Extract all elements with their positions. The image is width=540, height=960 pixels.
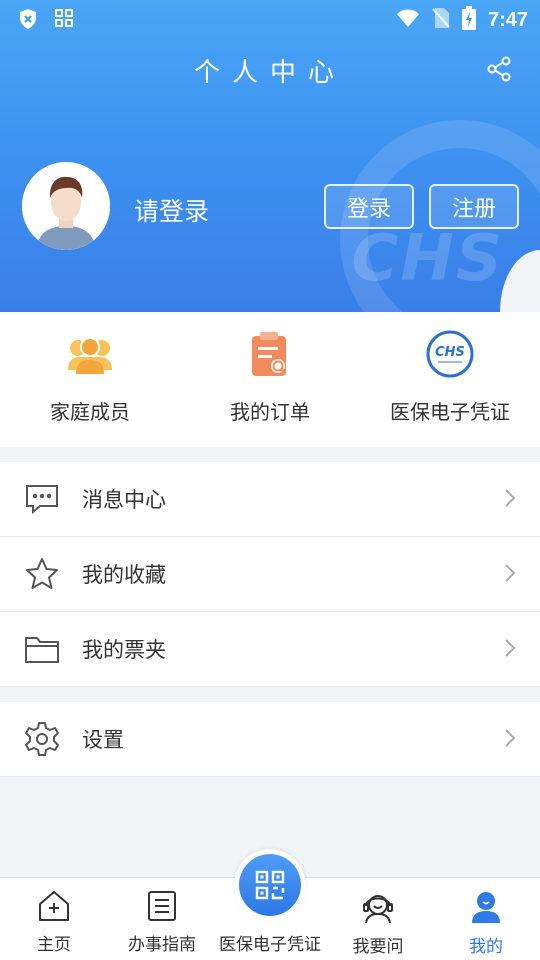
guide-icon xyxy=(147,890,177,926)
settings-list: 设置 xyxy=(0,702,540,777)
tab-home[interactable]: 主页 xyxy=(0,878,108,960)
menu-item-message-center[interactable]: 消息中心 xyxy=(0,462,540,537)
register-button[interactable]: 注册 xyxy=(429,184,519,229)
menu-item-label: 消息中心 xyxy=(82,488,166,512)
menu-list: 消息中心 我的收藏 我的票夹 xyxy=(0,462,540,687)
apps-icon xyxy=(54,8,74,34)
quick-my-orders[interactable]: 我的订单 xyxy=(180,312,360,447)
chevron-right-icon xyxy=(504,488,516,512)
avatar[interactable] xyxy=(22,162,110,250)
tab-label: 医保电子凭证 xyxy=(219,935,321,955)
chs-watermark: CHS xyxy=(351,222,504,296)
quick-label: 医保电子凭证 xyxy=(390,400,510,424)
battery-icon xyxy=(461,6,476,34)
qr-code-button[interactable] xyxy=(234,849,306,921)
svg-text:CHS: CHS xyxy=(435,345,465,360)
no-sim-icon xyxy=(432,7,450,33)
chs-logo-icon: CHS xyxy=(426,330,474,378)
quick-family-members[interactable]: 家庭成员 xyxy=(0,312,180,447)
chevron-right-icon xyxy=(504,638,516,662)
quick-label: 我的订单 xyxy=(230,400,310,424)
wifi-icon xyxy=(396,8,420,32)
star-icon xyxy=(22,554,62,594)
message-icon xyxy=(22,479,62,519)
menu-item-label: 我的收藏 xyxy=(82,563,166,587)
menu-item-favorites[interactable]: 我的收藏 xyxy=(0,537,540,612)
quick-medical-insurance-voucher[interactable]: CHS 医保电子凭证 xyxy=(360,312,540,447)
tab-guide[interactable]: 办事指南 xyxy=(108,878,216,960)
tab-ask[interactable]: 我要问 xyxy=(324,878,432,960)
quick-label: 家庭成员 xyxy=(50,400,130,424)
chevron-right-icon xyxy=(504,728,516,752)
qr-code-icon xyxy=(239,854,301,916)
profile-header: CHS 7:47 个人中心 请登录 登录 注册 xyxy=(0,0,540,312)
share-icon[interactable] xyxy=(486,56,512,86)
tab-label: 我的 xyxy=(469,937,503,957)
gear-icon xyxy=(22,719,62,759)
login-button[interactable]: 登录 xyxy=(324,184,414,229)
orders-icon xyxy=(246,330,294,378)
page-title: 个人中心 xyxy=(193,58,346,88)
tab-label: 主页 xyxy=(37,935,71,955)
home-icon xyxy=(37,890,71,926)
quick-actions: 家庭成员 我的订单 CHS 医保电子凭证 xyxy=(0,312,540,447)
status-bar: 7:47 xyxy=(0,0,540,36)
login-prompt[interactable]: 请登录 xyxy=(134,192,209,228)
tab-mine[interactable]: 我的 xyxy=(432,878,540,960)
clock: 7:47 xyxy=(487,8,528,31)
tab-label: 办事指南 xyxy=(128,935,196,955)
family-members-icon xyxy=(66,330,114,378)
user-icon xyxy=(470,890,502,928)
menu-item-settings[interactable]: 设置 xyxy=(0,702,540,777)
shield-icon xyxy=(18,8,38,34)
customer-service-icon xyxy=(361,890,395,928)
menu-item-label: 我的票夹 xyxy=(82,638,166,662)
folder-icon xyxy=(22,629,62,669)
menu-item-ticket-folder[interactable]: 我的票夹 xyxy=(0,612,540,687)
tab-label: 我要问 xyxy=(352,937,404,957)
menu-item-label: 设置 xyxy=(82,728,124,752)
chevron-right-icon xyxy=(504,563,516,587)
